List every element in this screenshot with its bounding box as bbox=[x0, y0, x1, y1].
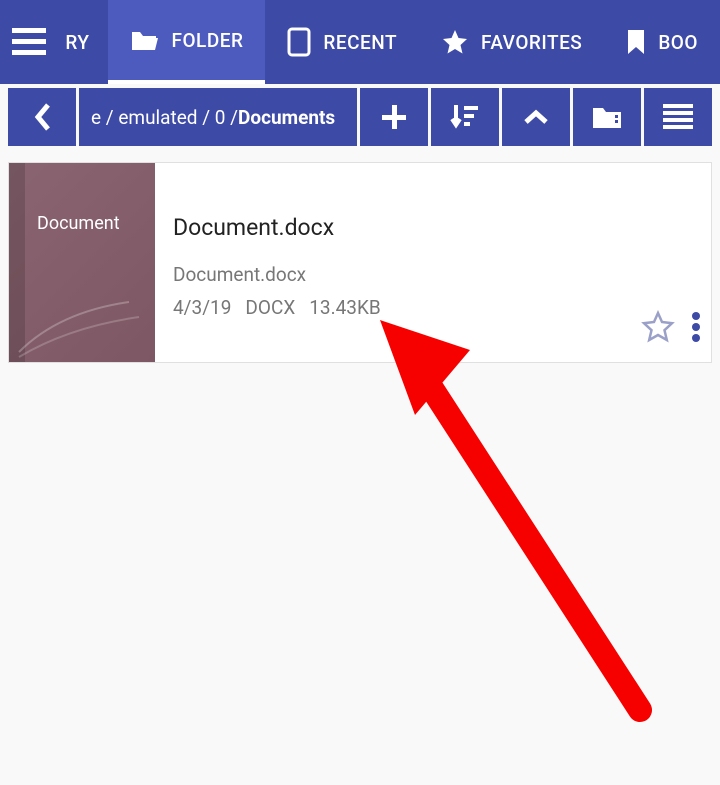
file-thumbnail: Document bbox=[9, 163, 155, 362]
tab-label: RY bbox=[65, 31, 89, 54]
bookmark-icon bbox=[626, 28, 646, 56]
file-type: DOCX bbox=[245, 296, 295, 319]
tab-recent[interactable]: RECENT bbox=[265, 0, 419, 84]
dots-vertical-icon bbox=[691, 310, 701, 344]
chevron-up-icon bbox=[522, 108, 550, 126]
thumbnail-swoosh-icon bbox=[9, 292, 155, 362]
folder-icon bbox=[591, 104, 623, 130]
file-meta: 4/3/19 DOCX 13.43KB bbox=[173, 296, 695, 319]
file-info: Document.docx Document.docx 4/3/19 DOCX … bbox=[155, 163, 711, 362]
folder-open-icon bbox=[130, 28, 160, 52]
star-outline-icon bbox=[641, 310, 675, 344]
tab-bookmarks-partial[interactable]: BOO bbox=[604, 0, 720, 84]
up-button[interactable] bbox=[502, 88, 570, 146]
hamburger-icon bbox=[12, 28, 46, 56]
sort-button[interactable] bbox=[431, 88, 499, 146]
toolbar: e / emulated / 0 / Documents bbox=[0, 84, 720, 150]
tab-label: RECENT bbox=[323, 31, 397, 54]
file-title: Document.docx bbox=[173, 214, 695, 241]
plus-icon bbox=[380, 103, 408, 131]
file-list: Document Document.docx Document.docx 4/3… bbox=[0, 150, 720, 375]
star-icon bbox=[441, 28, 469, 56]
file-date: 4/3/19 bbox=[173, 296, 231, 319]
back-button[interactable] bbox=[8, 88, 76, 146]
add-button[interactable] bbox=[360, 88, 428, 146]
file-actions bbox=[641, 310, 701, 344]
thumbnail-label: Document bbox=[37, 213, 120, 234]
sort-icon bbox=[450, 103, 480, 131]
top-nav: RY FOLDER RECENT FAVORITES BOO bbox=[0, 0, 720, 84]
tab-label: FAVORITES bbox=[481, 31, 582, 54]
breadcrumb-current: Documents bbox=[238, 106, 335, 129]
tab-folder[interactable]: FOLDER bbox=[108, 0, 266, 84]
item-menu-button[interactable] bbox=[691, 310, 701, 344]
favorite-button[interactable] bbox=[641, 310, 675, 344]
file-subtitle: Document.docx bbox=[173, 263, 695, 286]
hamburger-menu-button[interactable] bbox=[0, 0, 57, 84]
chevron-left-icon bbox=[32, 101, 52, 133]
list-view-button[interactable] bbox=[644, 88, 712, 146]
file-size: 13.43KB bbox=[309, 296, 380, 319]
tab-label: BOO bbox=[658, 31, 698, 54]
folder-view-button[interactable] bbox=[573, 88, 641, 146]
tab-label: FOLDER bbox=[172, 29, 244, 52]
breadcrumb-path: e / emulated / 0 / bbox=[91, 106, 238, 129]
breadcrumb[interactable]: e / emulated / 0 / Documents bbox=[79, 88, 357, 146]
document-icon bbox=[287, 27, 311, 57]
list-icon bbox=[663, 104, 693, 130]
tab-favorites[interactable]: FAVORITES bbox=[419, 0, 604, 84]
tab-library-partial[interactable]: RY bbox=[57, 0, 107, 84]
file-item[interactable]: Document Document.docx Document.docx 4/3… bbox=[8, 162, 712, 363]
